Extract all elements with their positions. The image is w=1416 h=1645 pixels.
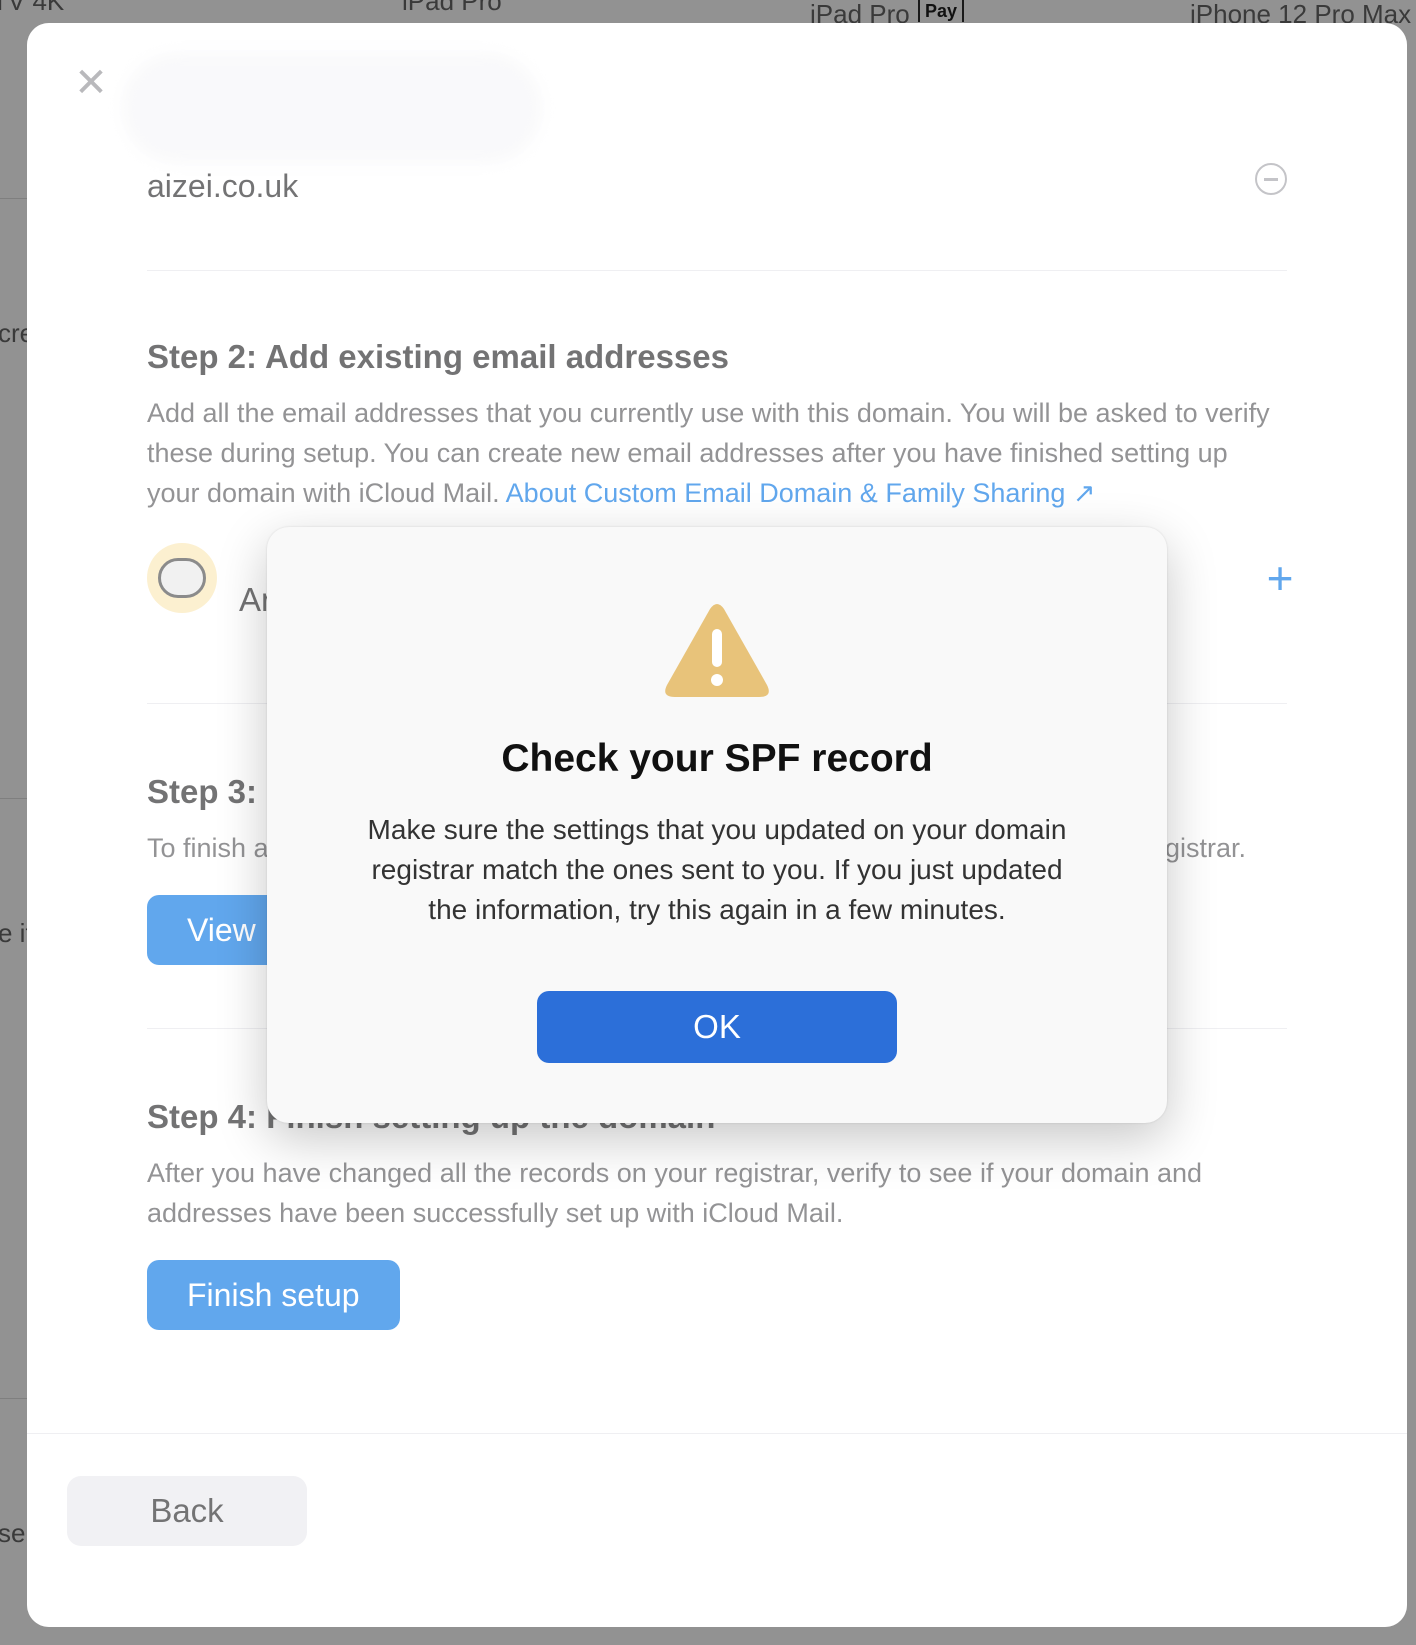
divider [0,798,27,799]
side-text-fragment: se [0,1518,26,1548]
apple-pay-badge: Pay [918,0,965,22]
device-label: iPad Pro [402,0,502,16]
warning-icon [665,604,769,697]
dialog-message: Make sure the settings that you updated … [367,814,1067,925]
spf-alert-dialog: Check your SPF record Make sure the sett… [267,527,1167,1123]
dialog-title: Check your SPF record [501,737,933,780]
device-label: TV 4K [0,0,65,16]
divider [0,1398,27,1399]
ok-button[interactable]: OK [537,991,897,1063]
divider [0,198,27,199]
